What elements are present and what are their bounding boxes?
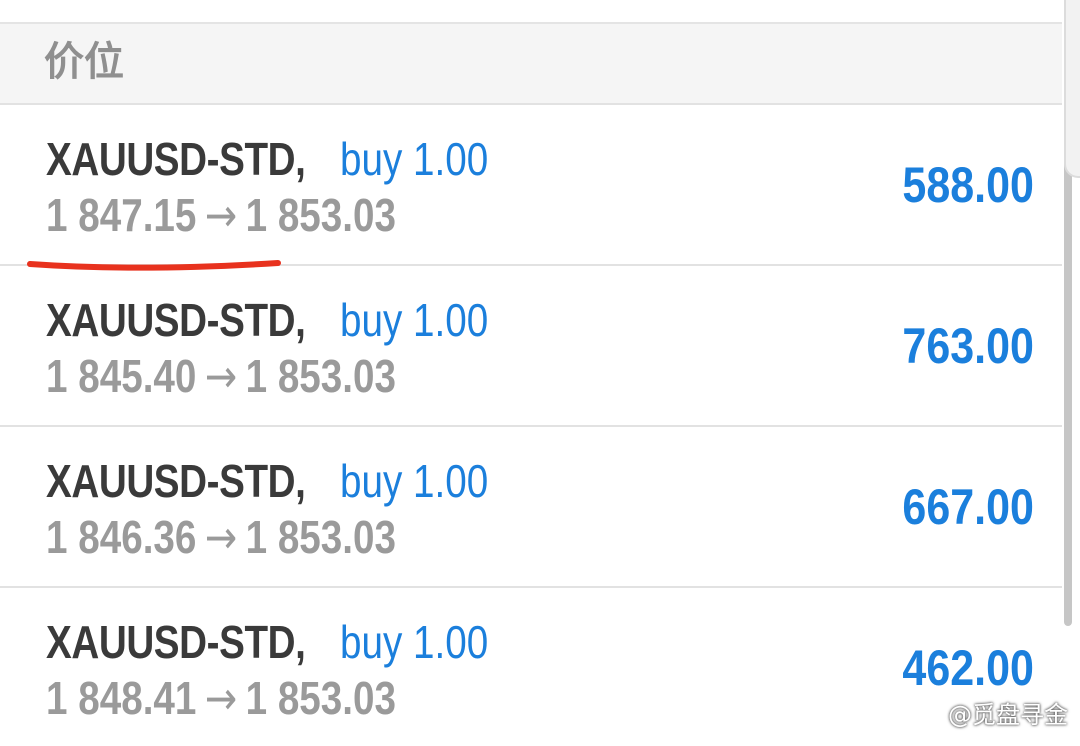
position-symbol: XAUUSD-STD, (46, 616, 306, 668)
edge-handle[interactable] (1064, 0, 1080, 178)
section-title: 价位 (44, 39, 124, 85)
section-header: 价位 (0, 24, 1062, 105)
open-price: 1 846.36 (46, 511, 197, 563)
position-prices: 1 848.41 → 1 853.03 (46, 670, 396, 726)
watermark: @觅盘寻金 (918, 695, 1068, 730)
position-profit: 763.00 (902, 318, 1034, 374)
position-order: buy 1.00 (340, 294, 489, 346)
positions-list: XAUUSD-STD, buy 1.00 1 847.15 → 1 853.03 5… (0, 105, 1062, 746)
position-prices: 1 847.15 → 1 853.03 (46, 187, 396, 243)
previous-row-edge (0, 0, 1062, 24)
current-price: 1 853.03 (245, 350, 397, 402)
red-annotation-underline (27, 260, 281, 271)
position-prices: 1 846.36 → 1 853.03 (46, 509, 396, 565)
arrow-right-icon: → (204, 188, 238, 242)
position-profit: 462.00 (902, 640, 1034, 696)
arrow-right-icon: → (204, 349, 238, 403)
position-symbol: XAUUSD-STD, (46, 294, 306, 346)
position-row[interactable]: XAUUSD-STD, buy 1.00 1 845.40 → 1 853.03 7… (0, 266, 1062, 427)
position-row[interactable]: XAUUSD-STD, buy 1.00 1 848.41 → 1 853.03 4… (0, 588, 1062, 746)
current-price: 1 853.03 (245, 511, 397, 563)
trade-screen: 价位 XAUUSD-STD, buy 1.00 1 847.15 → 1 853.0… (0, 0, 1080, 746)
open-price: 1 848.41 (46, 672, 197, 724)
position-order: buy 1.00 (340, 616, 489, 668)
position-profit: 588.00 (902, 157, 1034, 213)
position-symbol: XAUUSD-STD, (46, 455, 306, 507)
position-order: buy 1.00 (340, 455, 489, 507)
position-profit: 667.00 (902, 479, 1034, 535)
arrow-right-icon: → (204, 671, 238, 725)
arrow-right-icon: → (204, 510, 238, 564)
position-order: buy 1.00 (340, 133, 489, 185)
position-row[interactable]: XAUUSD-STD, buy 1.00 1 846.36 → 1 853.03 6… (0, 427, 1062, 588)
position-prices: 1 845.40 → 1 853.03 (46, 348, 396, 404)
position-symbol: XAUUSD-STD, (46, 133, 306, 185)
watermark-text: @觅盘寻金 (948, 701, 1068, 729)
current-price: 1 853.03 (245, 672, 397, 724)
position-row[interactable]: XAUUSD-STD, buy 1.00 1 847.15 → 1 853.03 5… (0, 105, 1062, 266)
open-price: 1 847.15 (46, 189, 197, 241)
open-price: 1 845.40 (46, 350, 197, 402)
current-price: 1 853.03 (245, 189, 397, 241)
weibo-icon (918, 702, 944, 724)
